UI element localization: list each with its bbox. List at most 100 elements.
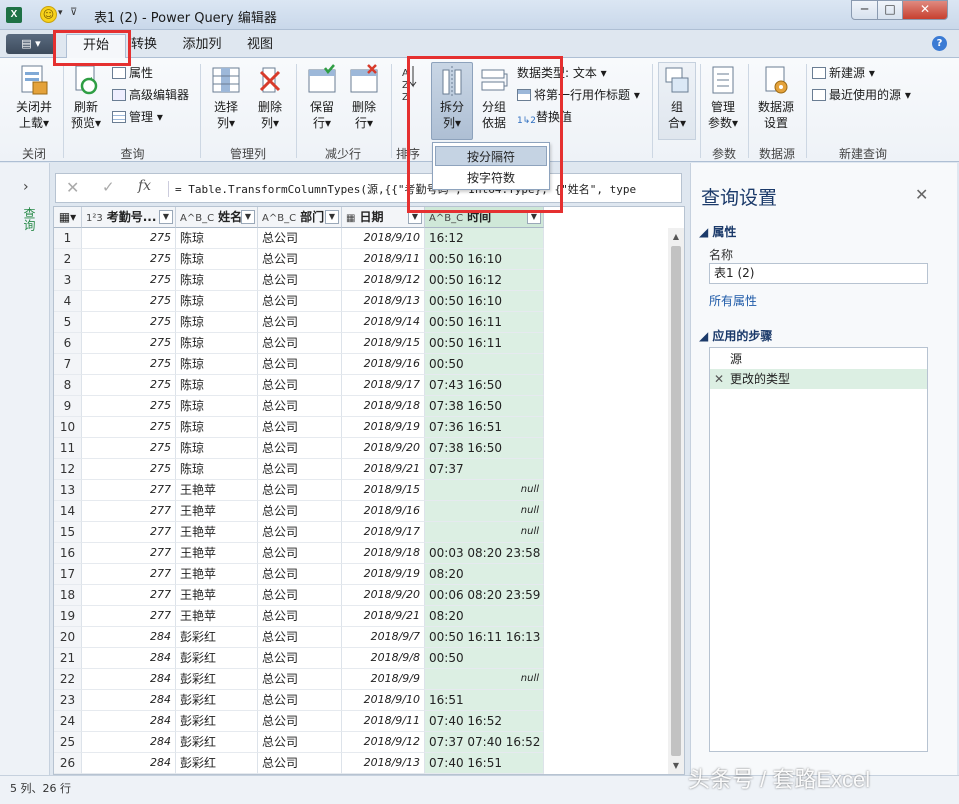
cell-id[interactable]: 284 (82, 669, 176, 690)
row-number[interactable]: 7 (54, 354, 82, 375)
smiley-feedback-icon[interactable]: ☺ (40, 6, 57, 23)
cell-name[interactable]: 陈琼 (176, 375, 258, 396)
cell-name[interactable]: 王艳苹 (176, 543, 258, 564)
cell-dept[interactable]: 总公司 (258, 522, 342, 543)
row-number[interactable]: 8 (54, 375, 82, 396)
cell-date[interactable]: 2018/9/20 (342, 438, 425, 459)
fx-icon[interactable]: fx (138, 178, 151, 194)
cell-time[interactable]: 16:51 (425, 690, 544, 711)
row-number[interactable]: 21 (54, 648, 82, 669)
cell-time[interactable]: 00:50 (425, 648, 544, 669)
cell-id[interactable]: 277 (82, 480, 176, 501)
close-icon[interactable]: ✕ (915, 185, 928, 204)
cell-id[interactable]: 275 (82, 375, 176, 396)
chevron-down-icon[interactable]: ▾ (58, 8, 63, 18)
cell-time[interactable]: null (425, 669, 544, 690)
cell-date[interactable]: 2018/9/9 (342, 669, 425, 690)
advanced-editor-button[interactable]: 高级编辑器 (112, 86, 189, 103)
cell-name[interactable]: 陈琼 (176, 333, 258, 354)
cell-name[interactable]: 王艳苹 (176, 606, 258, 627)
cell-dept[interactable]: 总公司 (258, 627, 342, 648)
cell-dept[interactable]: 总公司 (258, 543, 342, 564)
scroll-up-icon[interactable]: ▲ (668, 232, 684, 241)
cell-name[interactable]: 彭彩红 (176, 732, 258, 753)
cell-dept[interactable]: 总公司 (258, 648, 342, 669)
cell-time[interactable]: null (425, 501, 544, 522)
cell-name[interactable]: 彭彩红 (176, 753, 258, 774)
tab-add-column[interactable]: 添加列 (176, 34, 228, 58)
cell-id[interactable]: 277 (82, 501, 176, 522)
cell-name[interactable]: 陈琼 (176, 291, 258, 312)
column-header-id[interactable]: 1²3 考勤号... ▼ (82, 207, 176, 228)
cancel-formula-icon[interactable]: ✕ (66, 178, 79, 197)
new-source-button[interactable]: 新建源 ▾ (812, 64, 875, 81)
maximize-button[interactable]: □ (877, 0, 903, 20)
cell-dept[interactable]: 总公司 (258, 291, 342, 312)
cell-time[interactable]: 07:37 (425, 459, 544, 480)
cell-dept[interactable]: 总公司 (258, 585, 342, 606)
cell-date[interactable]: 2018/9/16 (342, 501, 425, 522)
applied-step-source[interactable]: 源 (710, 349, 927, 369)
row-number[interactable]: 11 (54, 438, 82, 459)
remove-columns-button[interactable]: 删除 列▾ (250, 64, 290, 131)
cell-date[interactable]: 2018/9/12 (342, 732, 425, 753)
cell-time[interactable]: 00:50 16:11 (425, 333, 544, 354)
filter-dropdown-icon[interactable]: ▼ (241, 210, 255, 224)
cell-dept[interactable]: 总公司 (258, 417, 342, 438)
row-number[interactable]: 14 (54, 501, 82, 522)
cell-id[interactable]: 277 (82, 606, 176, 627)
cell-name[interactable]: 彭彩红 (176, 690, 258, 711)
row-number[interactable]: 13 (54, 480, 82, 501)
cell-time[interactable]: 07:40 16:51 (425, 753, 544, 774)
cell-id[interactable]: 275 (82, 438, 176, 459)
cell-date[interactable]: 2018/9/14 (342, 312, 425, 333)
cell-time[interactable]: 00:50 16:12 (425, 270, 544, 291)
cell-dept[interactable]: 总公司 (258, 333, 342, 354)
cell-name[interactable]: 彭彩红 (176, 711, 258, 732)
cell-date[interactable]: 2018/9/7 (342, 627, 425, 648)
row-number[interactable]: 15 (54, 522, 82, 543)
cell-time[interactable]: null (425, 522, 544, 543)
row-number[interactable]: 1 (54, 228, 82, 249)
cell-time[interactable]: 07:38 16:50 (425, 438, 544, 459)
cell-date[interactable]: 2018/9/15 (342, 333, 425, 354)
cell-time[interactable]: 00:50 16:11 16:13 (425, 627, 544, 648)
cell-date[interactable]: 2018/9/10 (342, 690, 425, 711)
cell-name[interactable]: 彭彩红 (176, 627, 258, 648)
row-number[interactable]: 9 (54, 396, 82, 417)
row-number[interactable]: 26 (54, 753, 82, 774)
all-properties-link[interactable]: 所有属性 (709, 292, 757, 309)
cell-time[interactable]: 00:03 08:20 23:58 (425, 543, 544, 564)
cell-dept[interactable]: 总公司 (258, 396, 342, 417)
data-source-settings-button[interactable]: 数据源 设置 (752, 64, 800, 131)
scroll-down-icon[interactable]: ▼ (668, 761, 684, 770)
cell-date[interactable]: 2018/9/10 (342, 228, 425, 249)
cell-id[interactable]: 275 (82, 228, 176, 249)
cell-date[interactable]: 2018/9/21 (342, 459, 425, 480)
cell-date[interactable]: 2018/9/20 (342, 585, 425, 606)
cell-date[interactable]: 2018/9/12 (342, 270, 425, 291)
cell-time[interactable]: 00:50 (425, 354, 544, 375)
minimize-button[interactable]: ─ (851, 0, 878, 20)
cell-dept[interactable]: 总公司 (258, 354, 342, 375)
cell-date[interactable]: 2018/9/21 (342, 606, 425, 627)
cell-name[interactable]: 陈琼 (176, 354, 258, 375)
filter-dropdown-icon[interactable]: ▼ (159, 210, 173, 224)
cell-time[interactable]: 08:20 (425, 606, 544, 627)
cell-name[interactable]: 彭彩红 (176, 669, 258, 690)
cell-date[interactable]: 2018/9/11 (342, 249, 425, 270)
cell-id[interactable]: 284 (82, 753, 176, 774)
properties-button[interactable]: 属性 (112, 64, 153, 81)
tab-transform[interactable]: 转换 (126, 34, 162, 58)
cell-time[interactable]: 00:50 16:11 (425, 312, 544, 333)
cell-name[interactable]: 王艳苹 (176, 480, 258, 501)
combine-button[interactable]: 组 合▾ (658, 62, 696, 140)
cell-id[interactable]: 284 (82, 627, 176, 648)
cell-date[interactable]: 2018/9/19 (342, 417, 425, 438)
row-number[interactable]: 3 (54, 270, 82, 291)
cell-date[interactable]: 2018/9/13 (342, 753, 425, 774)
cell-name[interactable]: 王艳苹 (176, 585, 258, 606)
row-number[interactable]: 2 (54, 249, 82, 270)
cell-name[interactable]: 陈琼 (176, 312, 258, 333)
cell-dept[interactable]: 总公司 (258, 249, 342, 270)
